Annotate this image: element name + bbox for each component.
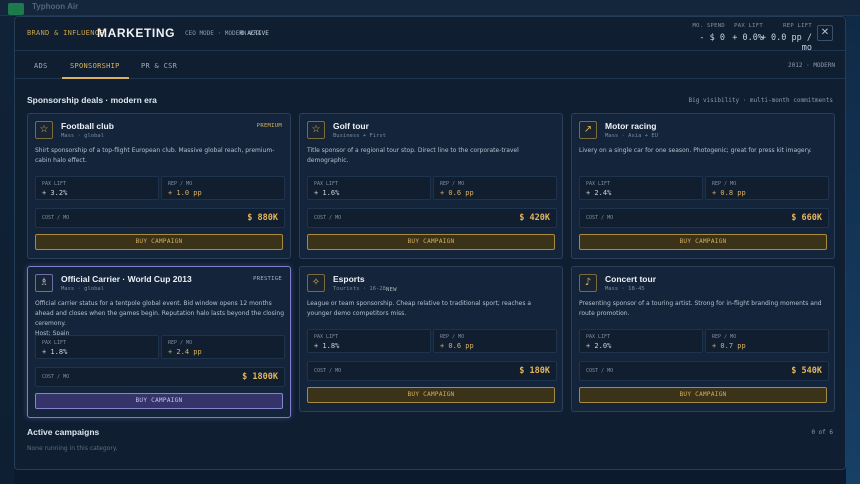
card-official-carrier: ♗ Official Carrier · World Cup 2013 Mass… <box>27 266 291 418</box>
cost-box: COST / MO $ 420K <box>307 208 557 228</box>
cost-box: COST / MO $ 180K <box>307 361 557 381</box>
era-label: 2012 · MODERN <box>788 62 835 69</box>
premium-badge: PREMIUM <box>256 123 282 129</box>
card-name: Motor racing <box>605 121 657 131</box>
pax-lift-box: PAX LIFT + 2.4% <box>579 176 703 200</box>
card-name: Golf tour <box>333 121 369 131</box>
stat-rep-lift: REP LIFT + 0.0 pp / mo <box>760 23 812 53</box>
rep-lift-box: REP / MO + 0.7 pp <box>705 329 829 353</box>
close-icon[interactable]: ✕ <box>817 25 833 41</box>
card-name: Official Carrier · World Cup 2013 <box>61 274 192 284</box>
rep-lift-box: REP / MO + 0.6 pp <box>433 329 557 353</box>
buy-campaign-button[interactable]: BUY CAMPAIGN <box>35 234 283 250</box>
tab-sponsorship[interactable]: SPONSORSHIP <box>70 62 120 70</box>
trend-arrow-icon: ↗ <box>579 121 597 139</box>
modal-header: BRAND & INFLUENCE MARKETING CEO MODE · M… <box>15 17 845 53</box>
cost-box: COST / MO $ 880K <box>35 208 285 228</box>
tab-ads[interactable]: ADS <box>34 62 48 70</box>
card-tag: Mass · global <box>61 286 105 292</box>
star-icon: ☆ <box>35 121 53 139</box>
card-concert-tour: ♪ Concert tour Mass · 18-45 Presenting s… <box>571 266 835 412</box>
card-description: Official carrier status for a tentpole g… <box>35 300 285 337</box>
card-description: Presenting sponsor of a touring artist. … <box>579 300 822 317</box>
cost-box: COST / MO $ 540K <box>579 361 829 381</box>
buy-campaign-button[interactable]: BUY CAMPAIGN <box>579 387 827 403</box>
card-tag: Mass · 18-45 <box>605 286 645 292</box>
cost-box: COST / MO $ 660K <box>579 208 829 228</box>
background-topbar: Typhoon Air <box>0 0 860 16</box>
card-tag: Mass · Asia + EU <box>605 133 658 139</box>
buy-campaign-button[interactable]: BUY CAMPAIGN <box>307 387 555 403</box>
page-title: MARKETING <box>97 26 176 40</box>
buy-campaign-button[interactable]: BUY CAMPAIGN <box>307 234 555 250</box>
active-campaigns-empty: None running in this category. <box>27 445 118 452</box>
tab-bar: ADS SPONSORSHIP PR & CSR 2012 · MODERN <box>15 52 845 79</box>
card-tag: Tourists · 16-28 <box>333 286 386 292</box>
airline-logo-icon <box>8 3 24 15</box>
sparkle-icon: ✧ <box>307 274 325 292</box>
new-badge: NEW <box>386 287 397 293</box>
rep-lift-box: REP / MO + 0.6 pp <box>433 176 557 200</box>
cost-box: COST / MO $ 1800K <box>35 367 285 387</box>
star-icon: ☆ <box>307 121 325 139</box>
marketing-modal: BRAND & INFLUENCE MARKETING CEO MODE · M… <box>14 16 846 470</box>
card-description: Title sponsor of a regional tour stop. D… <box>307 147 519 164</box>
background-right <box>846 16 860 484</box>
stat-monthly-spend: MO. SPEND - $ 0 <box>692 23 725 43</box>
stat-pax-lift: PAX LIFT + 0.0% <box>732 23 763 43</box>
active-tab-indicator <box>62 77 129 79</box>
company-name: Typhoon Air <box>32 2 79 11</box>
prestige-badge: PRESTIGE <box>253 276 282 282</box>
breadcrumb: BRAND & INFLUENCE <box>27 29 104 37</box>
rep-lift-box: REP / MO + 1.0 pp <box>161 176 285 200</box>
card-name: Esports <box>333 274 365 284</box>
pax-lift-box: PAX LIFT + 2.0% <box>579 329 703 353</box>
card-tag: Mass · global <box>61 133 105 139</box>
background-left <box>0 16 14 484</box>
card-football-club: ☆ Football club Mass · global PREMIUM Sh… <box>27 113 291 259</box>
tab-pr-csr[interactable]: PR & CSR <box>141 62 177 70</box>
rep-lift-box: REP / MO + 0.8 pp <box>705 176 829 200</box>
music-note-icon: ♪ <box>579 274 597 292</box>
buy-campaign-button[interactable]: BUY CAMPAIGN <box>579 234 827 250</box>
card-name: Football club <box>61 121 114 131</box>
card-description: Shirt sponsorship of a top-flight Europe… <box>35 147 275 164</box>
card-description: League or team sponsorship. Cheap relati… <box>307 300 532 317</box>
card-golf-tour: ☆ Golf tour Business + First Title spons… <box>299 113 563 259</box>
section-note: Big visibility · multi-month commitments <box>688 97 834 104</box>
pax-lift-box: PAX LIFT + 1.6% <box>307 176 431 200</box>
section-title: Sponsorship deals · modern era <box>27 95 157 105</box>
card-motor-racing: ↗ Motor racing Mass · Asia + EU Livery o… <box>571 113 835 259</box>
active-count-label: 0 ACTIVE <box>240 30 269 37</box>
pax-lift-box: PAX LIFT + 3.2% <box>35 176 159 200</box>
pax-lift-box: PAX LIFT + 1.8% <box>307 329 431 353</box>
active-campaigns-title: Active campaigns <box>27 427 100 437</box>
card-tag: Business + First <box>333 133 386 139</box>
card-esports: ✧ Esports Tourists · 16-28 NEW League or… <box>299 266 563 412</box>
buy-campaign-button[interactable]: BUY CAMPAIGN <box>35 393 283 409</box>
active-campaigns-count: 0 of 6 <box>811 429 833 436</box>
rep-lift-box: REP / MO + 2.4 pp <box>161 335 285 359</box>
pax-lift-box: PAX LIFT + 1.8% <box>35 335 159 359</box>
trophy-icon: ♗ <box>35 274 53 292</box>
card-description: Livery on a single car for one season. P… <box>579 147 812 154</box>
card-name: Concert tour <box>605 274 656 284</box>
